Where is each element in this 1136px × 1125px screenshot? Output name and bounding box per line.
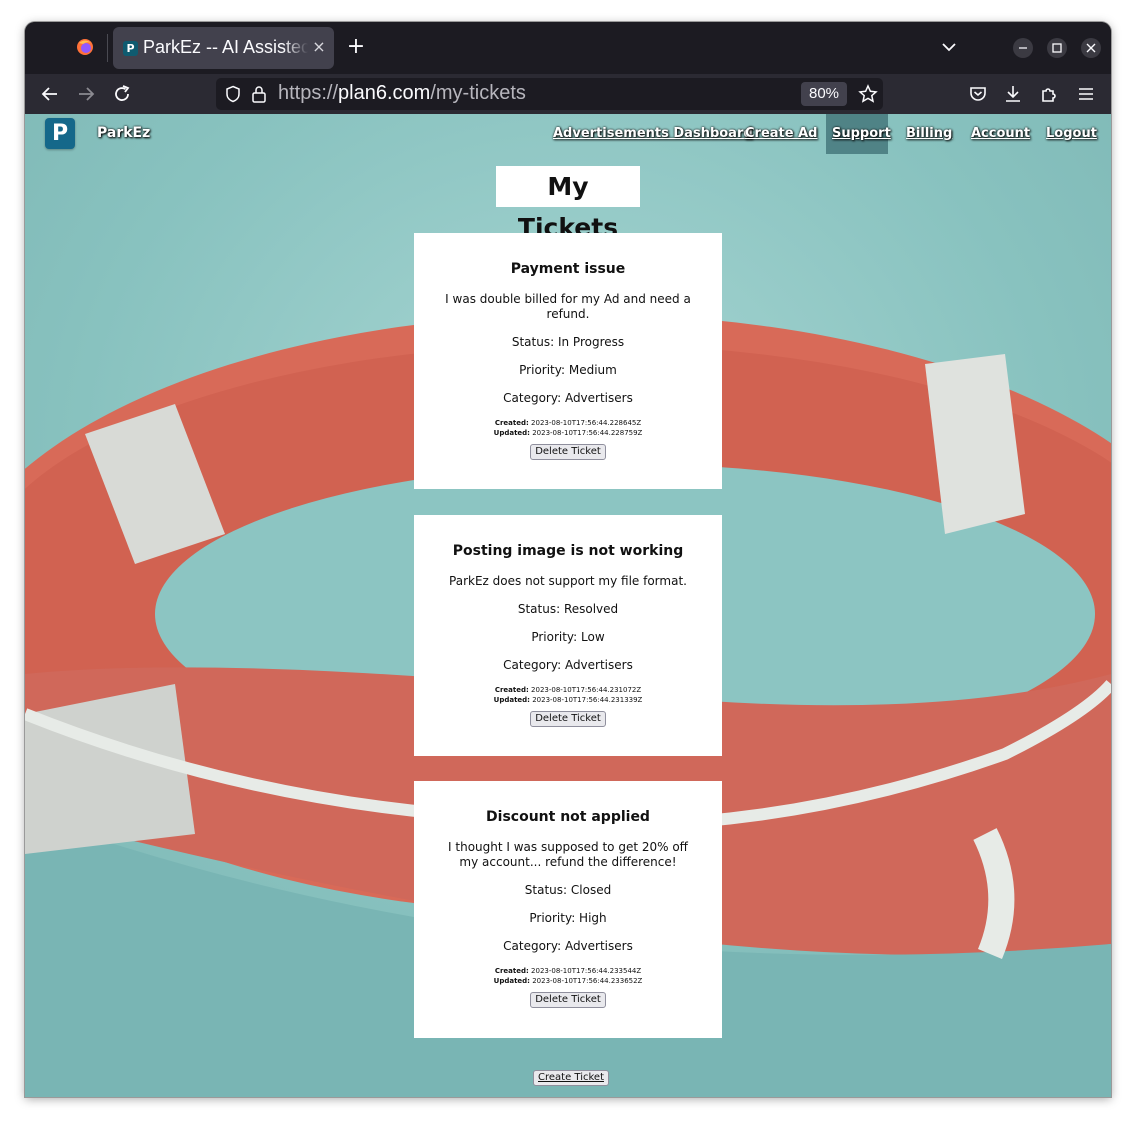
url-path: /my-tickets [430, 82, 526, 104]
created-value: 2023-08-10T17:56:44.231072Z [531, 686, 642, 694]
ticket-category: Category: Advertisers [503, 939, 633, 953]
minimize-button[interactable] [1013, 38, 1033, 58]
close-icon [1086, 43, 1096, 53]
back-arrow-icon[interactable] [39, 83, 61, 105]
updated-value: 2023-08-10T17:56:44.231339Z [532, 696, 643, 704]
ticket-priority: Priority: Medium [519, 363, 617, 377]
create-ticket-button[interactable]: Create Ticket [533, 1070, 609, 1086]
tab-title: ParkEz -- AI Assistec [143, 37, 308, 57]
tab-close-icon[interactable]: × [311, 37, 327, 57]
lock-icon[interactable] [251, 85, 267, 103]
forward-arrow-icon[interactable] [75, 83, 97, 105]
maximize-icon [1052, 43, 1062, 53]
hamburger-menu-icon[interactable] [1075, 83, 1097, 105]
nav-billing[interactable]: Billing [900, 114, 958, 154]
tab-separator [107, 34, 108, 62]
ticket-description: I thought I was supposed to get 20% off … [448, 840, 688, 869]
updated-label: Updated: [493, 977, 530, 985]
created-label: Created: [494, 419, 529, 427]
firefox-view-icon[interactable] [75, 37, 95, 57]
tab-parkez[interactable]: P ParkEz -- AI Assistec × [113, 27, 334, 69]
created-label: Created: [494, 686, 529, 694]
navigation-toolbar: https://plan6.com/my-tickets 80% [25, 74, 1111, 114]
url-scheme: https:// [278, 82, 339, 104]
ticket-priority: Priority: Low [531, 630, 605, 644]
ticket-title: Discount not applied [486, 809, 650, 825]
ticket-description: ParkEz does not support my file format. [449, 574, 687, 588]
nav-advertisements-dashboard[interactable]: Advertisements Dashboard [547, 114, 759, 154]
updated-label: Updated: [493, 429, 530, 437]
ticket-status: Status: Resolved [517, 602, 619, 616]
site-navbar: P ParkEz Advertisements Dashboard Create… [25, 114, 1111, 154]
extensions-icon[interactable] [1038, 83, 1060, 105]
chevron-down-icon[interactable] [940, 38, 958, 56]
download-icon[interactable] [1002, 83, 1024, 105]
url-domain: plan6.com [338, 82, 431, 104]
page-viewport: P ParkEz Advertisements Dashboard Create… [25, 114, 1111, 1097]
minimize-icon [1019, 47, 1027, 49]
updated-value: 2023-08-10T17:56:44.228759Z [532, 429, 643, 437]
ticket-status: Status: In Progress [511, 335, 625, 349]
ticket-timestamps: Created: 2023-08-10T17:56:44.231072Z Upd… [414, 685, 722, 705]
nav-support[interactable]: Support [826, 114, 891, 154]
updated-label: Updated: [493, 696, 530, 704]
tab-strip: P ParkEz -- AI Assistec × + [25, 22, 1111, 74]
ticket-title: Payment issue [510, 261, 626, 277]
delete-ticket-button[interactable]: Delete Ticket [530, 992, 606, 1008]
updated-value: 2023-08-10T17:56:44.233652Z [532, 977, 643, 985]
reload-icon[interactable] [111, 83, 133, 105]
nav-account[interactable]: Account [965, 114, 1036, 154]
pocket-icon[interactable] [967, 83, 989, 105]
ticket-timestamps: Created: 2023-08-10T17:56:44.228645Z Upd… [414, 418, 722, 438]
delete-ticket-button[interactable]: Delete Ticket [530, 444, 606, 460]
ticket-status: Status: Closed [524, 883, 612, 897]
ticket-card: Discount not applied I thought I was sup… [414, 781, 722, 1038]
maximize-button[interactable] [1047, 38, 1067, 58]
ticket-description: I was double billed for my Ad and need a… [445, 292, 691, 321]
url-bar[interactable]: https://plan6.com/my-tickets 80% [216, 78, 883, 110]
created-value: 2023-08-10T17:56:44.228645Z [531, 419, 642, 427]
ticket-priority: Priority: High [529, 911, 607, 925]
parkez-logo[interactable]: P [45, 118, 75, 149]
browser-window: P ParkEz -- AI Assistec × + https://plan… [25, 22, 1111, 1097]
bookmark-star-icon[interactable] [858, 84, 878, 104]
site-favicon-icon: P [123, 41, 138, 56]
new-tab-button[interactable]: + [345, 34, 367, 60]
close-window-button[interactable] [1081, 38, 1101, 58]
ticket-category: Category: Advertisers [503, 391, 633, 405]
created-label: Created: [494, 967, 529, 975]
zoom-level-button[interactable]: 80% [801, 82, 847, 106]
ticket-card: Payment issue I was double billed for my… [414, 233, 722, 489]
shield-icon[interactable] [224, 85, 242, 103]
nav-create-ad[interactable]: Create Ad [739, 114, 823, 154]
nav-logout[interactable]: Logout [1040, 114, 1103, 154]
ticket-category: Category: Advertisers [503, 658, 633, 672]
ticket-timestamps: Created: 2023-08-10T17:56:44.233544Z Upd… [414, 966, 722, 986]
brand-name[interactable]: ParkEz [97, 125, 150, 141]
ticket-title: Posting image is not working [452, 543, 684, 559]
ticket-card: Posting image is not working ParkEz does… [414, 515, 722, 756]
url-text[interactable]: https://plan6.com/my-tickets [278, 82, 526, 105]
created-value: 2023-08-10T17:56:44.233544Z [531, 967, 642, 975]
page-title: My Tickets [496, 166, 640, 242]
delete-ticket-button[interactable]: Delete Ticket [530, 711, 606, 727]
